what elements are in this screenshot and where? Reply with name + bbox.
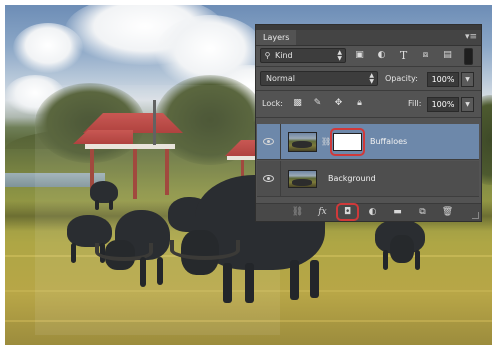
- filter-toggle-switch[interactable]: [464, 48, 473, 65]
- updown-arrows-icon: ▲ ▼: [337, 49, 342, 62]
- adjustment-layer-filter-icon[interactable]: ◐: [376, 50, 387, 61]
- buffalo-leg: [415, 250, 420, 270]
- separator: [256, 66, 481, 67]
- opacity-dropdown-button[interactable]: ▼: [461, 72, 474, 87]
- buffalo-leg: [109, 200, 113, 210]
- opacity-input[interactable]: 100%: [427, 72, 459, 87]
- filter-kind-label: Kind: [275, 51, 293, 60]
- separator: [256, 117, 481, 118]
- updown-arrows-icon: ▲ ▼: [369, 72, 374, 85]
- new-group-icon[interactable]: ▬: [391, 206, 404, 219]
- panel-menu-icon[interactable]: ▾≡: [465, 32, 477, 42]
- opacity-label: Opacity:: [385, 74, 418, 83]
- pixel-layer-filter-icon[interactable]: ▣: [354, 50, 365, 61]
- buffalo-leg: [157, 257, 163, 285]
- visibility-column-divider: [280, 161, 281, 196]
- buffalo-leg: [95, 200, 99, 210]
- tab-layers[interactable]: Layers: [256, 30, 297, 45]
- add-mask-highlight-outline: [336, 203, 359, 221]
- layer-thumbnail[interactable]: [288, 132, 317, 152]
- buffalo-horn: [170, 240, 240, 260]
- new-layer-icon[interactable]: ⧉: [416, 206, 429, 219]
- fill-label: Fill:: [408, 99, 422, 108]
- type-layer-filter-icon[interactable]: T: [398, 50, 409, 61]
- buffalo-leg: [290, 260, 299, 300]
- shape-layer-filter-icon[interactable]: ⧈: [420, 50, 431, 61]
- buffalo: [90, 181, 118, 203]
- layers-panel: Layers ▾≡ ⚲ Kind ▲ ▼ ▣ ◐ T ⧈ ▤ Normal ▲ ▼ …: [255, 24, 482, 222]
- visibility-eye-icon[interactable]: [263, 175, 274, 182]
- blend-mode-select[interactable]: Normal ▲ ▼: [260, 71, 378, 86]
- separator: [256, 90, 481, 91]
- buffalo-leg: [71, 243, 76, 263]
- layers-bottom-toolbar: ⛓︎ fx ◘ ◐ ▬ ⧉ 🗑︎: [256, 203, 481, 221]
- search-icon: ⚲: [264, 51, 271, 60]
- buffalo-leg: [140, 257, 146, 287]
- blend-mode-value: Normal: [266, 74, 295, 83]
- adjustment-layer-icon[interactable]: ◐: [366, 206, 379, 219]
- fill-dropdown-button[interactable]: ▼: [461, 97, 474, 112]
- mask-link-chain-icon[interactable]: ⛓︎: [321, 136, 331, 147]
- link-layers-icon[interactable]: ⛓︎: [291, 206, 304, 219]
- resize-grip-icon[interactable]: [472, 212, 479, 219]
- smart-object-filter-icon[interactable]: ▤: [442, 50, 453, 61]
- visibility-eye-icon[interactable]: [263, 138, 274, 145]
- layer-thumbnail[interactable]: [288, 170, 317, 188]
- layer-style-fx-icon[interactable]: fx: [316, 206, 329, 219]
- filter-kind-select[interactable]: ⚲ Kind ▲ ▼: [260, 48, 346, 63]
- visibility-column-divider: [280, 124, 281, 159]
- lock-transparent-pixels-icon[interactable]: ▩: [292, 98, 303, 109]
- layer-name[interactable]: Background: [328, 174, 376, 184]
- mask-highlight-outline: [330, 128, 365, 156]
- layer-row-background[interactable]: Background: [257, 161, 479, 197]
- buffalo-head: [390, 235, 414, 263]
- lock-all-icon[interactable]: 🔒︎: [354, 98, 365, 109]
- layer-row-buffaloes[interactable]: ⛓︎ Buffaloes: [257, 124, 479, 160]
- buffalo-leg: [383, 250, 388, 270]
- buffalo-leg: [245, 263, 254, 303]
- buffalo-leg: [310, 260, 319, 298]
- lock-position-icon[interactable]: ✥: [333, 98, 344, 109]
- layer-name[interactable]: Buffaloes: [370, 137, 407, 147]
- panel-tab-row: Layers ▾≡: [256, 30, 481, 46]
- fill-input[interactable]: 100%: [427, 97, 459, 112]
- lock-label: Lock:: [262, 99, 283, 108]
- chevron-down-icon: ▼: [465, 76, 470, 83]
- delete-layer-icon[interactable]: 🗑︎: [441, 206, 454, 219]
- buffalo-leg: [223, 263, 232, 303]
- lock-image-pixels-icon[interactable]: ✎: [312, 98, 323, 109]
- chevron-down-icon: ▼: [465, 101, 470, 108]
